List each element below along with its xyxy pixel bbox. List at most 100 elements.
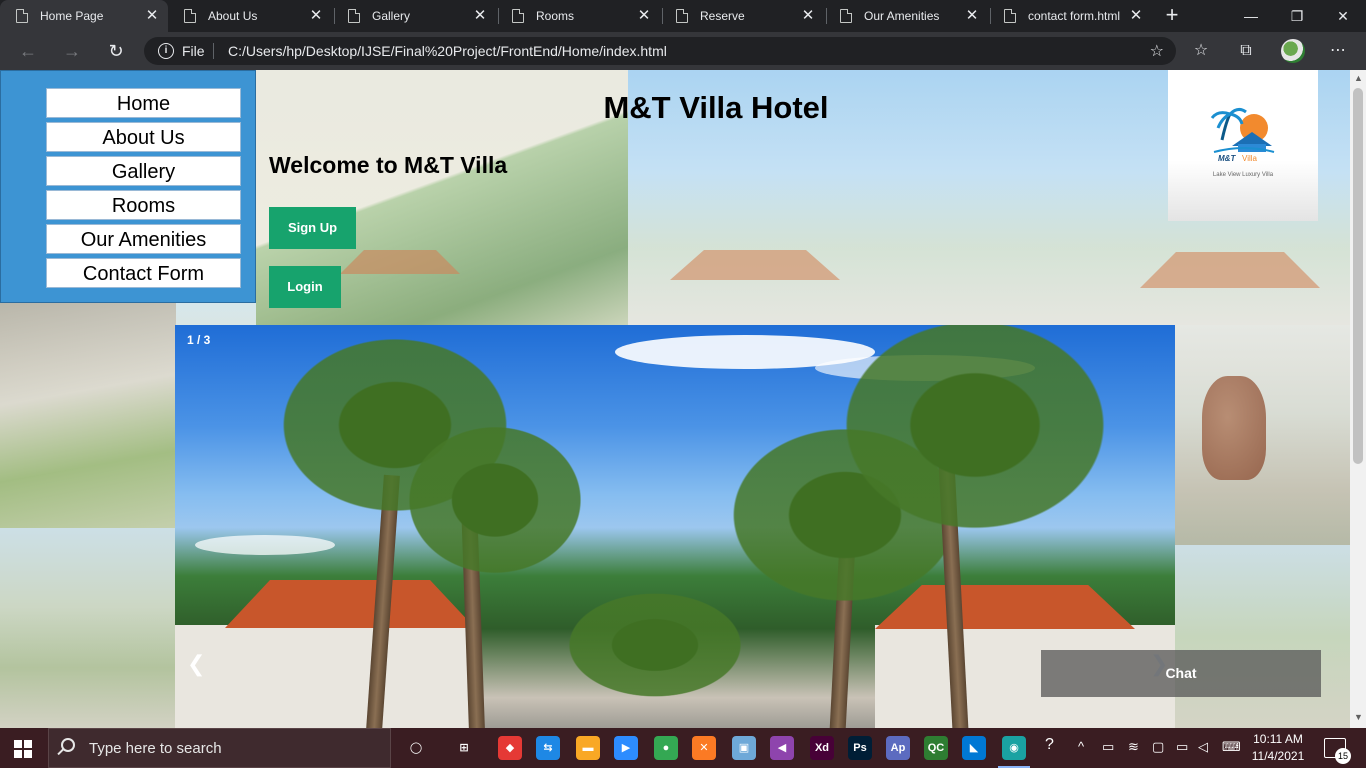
file-explorer-icon[interactable]: ▬	[576, 736, 600, 760]
taskbar-clock[interactable]: 10:11 AM 11/4/2021	[1248, 731, 1308, 765]
slide-palm-crown	[395, 415, 595, 585]
page-scrollbar[interactable]: ▲ ▼	[1350, 70, 1366, 728]
volume-icon[interactable]: ◁	[1198, 739, 1208, 755]
address-bar[interactable]: i File C:/Users/hp/Desktop/IJSE/Final%20…	[144, 37, 1176, 65]
document-icon	[184, 9, 196, 23]
favorites-icon[interactable]: ☆	[1190, 40, 1212, 62]
tab-about-us[interactable]: About Us ✕	[168, 0, 332, 32]
login-button[interactable]: Login	[269, 266, 341, 308]
scroll-thumb[interactable]	[1353, 88, 1363, 464]
close-icon[interactable]: ✕	[308, 8, 324, 24]
close-window-button[interactable]: ✕	[1320, 0, 1366, 32]
notification-center-icon[interactable]: 15	[1324, 738, 1351, 764]
windows-start-icon[interactable]	[14, 740, 32, 758]
background-palm-image	[0, 528, 176, 728]
url-text[interactable]: C:/Users/hp/Desktop/IJSE/Final%20Project…	[228, 43, 667, 59]
keyboard-icon[interactable]: ⌨	[1222, 739, 1241, 755]
edge-icon[interactable]: ◉	[998, 736, 1030, 768]
clock-time: 10:11 AM	[1253, 732, 1303, 746]
photoshop-icon[interactable]: Ps	[848, 736, 872, 760]
close-icon[interactable]: ✕	[636, 8, 652, 24]
zoom-icon[interactable]: ▶	[614, 736, 638, 760]
meet-now-icon[interactable]: ▭	[1102, 739, 1114, 755]
close-icon[interactable]: ✕	[800, 8, 816, 24]
tab-label: Gallery	[372, 9, 411, 23]
close-icon[interactable]: ✕	[964, 8, 980, 24]
svg-text:Villa: Villa	[1242, 154, 1258, 162]
page-title: M&T Villa Hotel	[603, 90, 829, 125]
display-icon[interactable]: ▢	[1152, 739, 1164, 755]
appium-icon[interactable]: Ap	[886, 736, 910, 760]
restore-button[interactable]: ❐	[1274, 0, 1320, 32]
back-arrow-icon[interactable]: ←	[16, 39, 40, 63]
nav-link-gallery[interactable]: Gallery	[46, 156, 241, 186]
hotel-logo: M&T Villa Lake View Luxury Villa	[1168, 70, 1318, 221]
nav-link-home[interactable]: Home	[46, 88, 241, 118]
nav-link-contact-form[interactable]: Contact Form	[46, 258, 241, 288]
xampp-icon[interactable]: ✕	[692, 736, 716, 760]
tab-label: Reserve	[700, 9, 745, 23]
chevron-up-icon[interactable]: ^	[1078, 739, 1084, 754]
tab-our-amenities[interactable]: Our Amenities ✕	[824, 0, 988, 32]
document-icon	[1004, 9, 1016, 23]
notification-count-badge: 15	[1335, 748, 1351, 764]
svg-text:M&T: M&T	[1218, 154, 1236, 162]
vscode-icon[interactable]: ◣	[962, 736, 986, 760]
forward-arrow-icon[interactable]: →	[60, 39, 84, 63]
image-slideshow: 1 / 3 ❮ ❯	[175, 325, 1175, 728]
adobe-xd-icon[interactable]: Xd	[810, 736, 834, 760]
tab-label: Home Page	[40, 9, 104, 23]
qc-icon[interactable]: QC	[924, 736, 948, 760]
page-viewport: Home About Us Gallery Rooms Our Amenitie…	[0, 70, 1350, 728]
anydesk-icon[interactable]: ◆	[498, 736, 522, 760]
task-view-icon[interactable]: ◯	[404, 736, 428, 760]
scroll-down-arrow-icon[interactable]: ▼	[1354, 712, 1363, 722]
task-switcher-icon[interactable]: ⊞	[452, 736, 476, 760]
url-scheme: File	[182, 43, 205, 59]
new-tab-button[interactable]: +	[1160, 4, 1184, 28]
welcome-heading: Welcome to M&T Villa	[269, 152, 508, 178]
profile-avatar[interactable]	[1281, 39, 1305, 63]
info-icon[interactable]: i	[158, 43, 174, 59]
nav-link-about-us[interactable]: About Us	[46, 122, 241, 152]
sign-up-button[interactable]: Sign Up	[269, 207, 356, 249]
tab-home-page[interactable]: Home Page ✕	[0, 0, 168, 32]
wifi-icon[interactable]: ≋	[1128, 739, 1139, 755]
document-icon	[16, 9, 28, 23]
minimize-button[interactable]: —	[1228, 0, 1274, 32]
background-vase	[1202, 376, 1266, 480]
more-menu-icon[interactable]: ⋯	[1327, 40, 1349, 62]
chrome-icon[interactable]: ●	[654, 736, 678, 760]
side-navigation: Home About Us Gallery Rooms Our Amenitie…	[0, 70, 256, 303]
nav-link-rooms[interactable]: Rooms	[46, 190, 241, 220]
document-icon	[512, 9, 524, 23]
tab-rooms[interactable]: Rooms ✕	[496, 0, 660, 32]
chat-button[interactable]: Chat	[1041, 650, 1321, 697]
search-icon	[61, 738, 75, 752]
close-icon[interactable]: ✕	[144, 8, 160, 24]
teamviewer-icon[interactable]: ⇆	[536, 736, 560, 760]
nav-link-our-amenities[interactable]: Our Amenities	[46, 224, 241, 254]
tab-label: contact form.html	[1028, 9, 1121, 23]
scroll-up-arrow-icon[interactable]: ▲	[1354, 73, 1363, 83]
tab-label: Our Amenities	[864, 9, 940, 23]
logo-tagline: Lake View Luxury Villa	[1212, 172, 1274, 178]
virtualbox-icon[interactable]: ▣	[732, 736, 756, 760]
tab-label: About Us	[208, 9, 258, 23]
search-placeholder: Type here to search	[89, 740, 222, 757]
taskbar-search-box[interactable]: Type here to search	[48, 728, 391, 768]
add-favorite-star-icon[interactable]: ☆	[1150, 41, 1164, 61]
logo-palm-house-icon: M&T Villa	[1210, 107, 1275, 162]
collections-icon[interactable]: ⧉	[1235, 40, 1257, 62]
close-icon[interactable]: ✕	[1128, 8, 1144, 24]
slide-prev-arrow[interactable]: ❮	[187, 651, 205, 677]
tab-contact-form[interactable]: contact form.html ✕	[988, 0, 1152, 32]
close-icon[interactable]: ✕	[472, 8, 488, 24]
refresh-icon[interactable]: ↻	[104, 39, 128, 63]
tab-gallery[interactable]: Gallery ✕	[332, 0, 496, 32]
tab-reserve[interactable]: Reserve ✕	[660, 0, 824, 32]
tab-label: Rooms	[536, 9, 575, 23]
battery-icon[interactable]: ▭	[1176, 739, 1188, 755]
visual-studio-icon[interactable]: ◀	[770, 736, 794, 760]
help-icon[interactable]: ?	[1045, 736, 1054, 754]
